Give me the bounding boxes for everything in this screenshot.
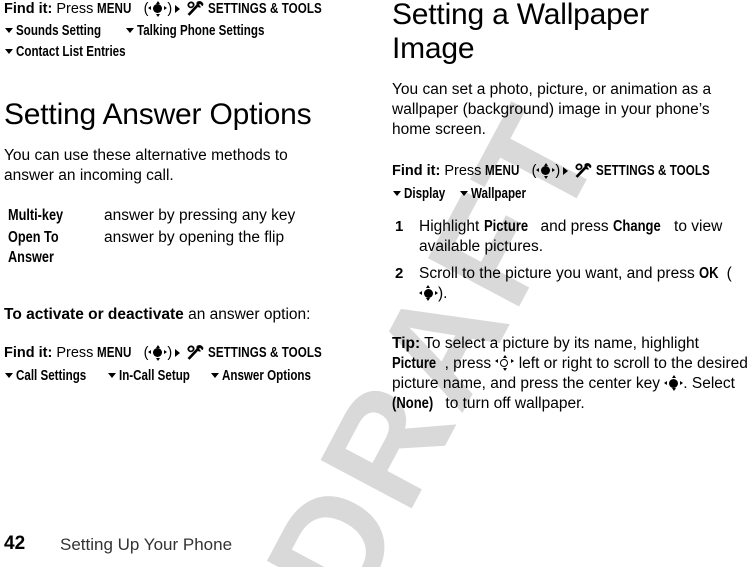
step-text-part3: ). (438, 284, 448, 302)
intro-paragraph-left: You can use these alternative methods to… (4, 147, 288, 184)
findit-menu-key: MENU (485, 163, 520, 179)
wallpaper-steps-list: 1 Highlight Picture and press Change to … (392, 217, 740, 311)
findit-label: Find it: (4, 345, 53, 361)
findit-label: Find it: (392, 163, 441, 179)
path-item-display: Display (404, 185, 446, 202)
heading-setting-a-wallpaper-image: Setting a Wallpaper Image (392, 0, 649, 65)
findit-destination: SETTINGS & TOOLS (596, 163, 711, 179)
triangle-bullet-icon (126, 27, 135, 33)
triangle-bullet-icon (107, 372, 116, 378)
step-bold-change: Change (612, 218, 661, 235)
path-item-answer-options: Answer Options (222, 367, 312, 384)
tip-part2: , press (444, 354, 496, 372)
table-row: Open To Answer answer by opening the fli… (8, 228, 356, 270)
findit-line-top: Find it: Press MENU() SETTINGS & TOOLS (4, 0, 352, 20)
findit-press: Press (56, 1, 94, 17)
option-name-multi-key: Multi-key (8, 207, 64, 224)
findit-destination: SETTINGS & TOOLS (208, 1, 323, 17)
step-bold-ok: OK (699, 264, 719, 282)
findit-line-bottom: Find it: Press MENU() SETTINGS & TOOLS (4, 344, 352, 364)
findit-line-right: Find it: Press MENU() SETTINGS & TOOLS (392, 162, 748, 182)
nav-key-icon (664, 375, 684, 392)
step-number: 2 (395, 264, 404, 282)
triangle-bullet-icon (5, 27, 13, 33)
page-footer: 42 Setting Up Your Phone (4, 533, 748, 557)
nav-key-icon (148, 0, 168, 17)
tip-bold-none: (None) (392, 394, 434, 412)
findit-menu-key: MENU (97, 1, 132, 17)
manual-page: Find it: Press MENU() SETTINGS & TOOLS S… (0, 0, 752, 567)
list-item: 1 Highlight Picture and press Change to … (392, 217, 740, 257)
path-item-talking-phone-settings: Talking Phone Settings (137, 22, 265, 39)
right-arrow-icon (563, 167, 569, 175)
findit-path-line-3: Call Settings In-Call Setup Answer Options (4, 367, 352, 387)
findit-block-bottom: Find it: Press MENU() SETTINGS & TOOLS C… (4, 344, 352, 386)
option-name-cell: Open To Answer (8, 228, 104, 270)
activate-deactivate-bold: To activate or deactivate (4, 306, 184, 323)
tools-icon (187, 345, 204, 360)
findit-block-top: Find it: Press MENU() SETTINGS & TOOLS S… (4, 0, 352, 63)
path-item-contact-list-entries: Contact List Entries (16, 44, 126, 61)
intro-paragraph-right: You can set a photo, picture, or animati… (392, 81, 712, 138)
tip-part1: To select a picture by its name, highlig… (420, 335, 699, 352)
step-text-part1: Highlight (419, 218, 484, 235)
triangle-bullet-icon (459, 190, 468, 196)
tip-paragraph: Tip: To select a picture by its name, hi… (392, 334, 748, 414)
findit-path-line-2: Contact List Entries (4, 43, 352, 63)
tip-label: Tip: (392, 335, 421, 352)
findit-destination: SETTINGS & TOOLS (208, 345, 323, 361)
path-item-sounds-setting: Sounds Setting (16, 22, 102, 39)
findit-label: Find it: (4, 1, 53, 17)
nav-key-icon (419, 285, 438, 302)
list-item: 2 Scroll to the picture you want, and pr… (392, 264, 740, 304)
tools-icon (187, 1, 204, 16)
activate-deactivate-line: To activate or deactivate an answer opti… (4, 305, 352, 325)
nav-key-icon (536, 162, 556, 179)
activate-deactivate-rest: an answer option: (188, 306, 311, 323)
triangle-bullet-icon (393, 190, 401, 196)
option-name-open-to-answer: Open To Answer (8, 228, 59, 266)
findit-menu-key: MENU (97, 345, 132, 361)
answer-options-table: Multi-key answer by pressing any key Ope… (8, 206, 356, 269)
tip-bold-picture: Picture (392, 354, 437, 372)
path-item-call-settings: Call Settings (16, 367, 87, 384)
tools-icon (575, 163, 592, 178)
right-arrow-icon (175, 349, 181, 357)
right-arrow-icon (175, 5, 181, 13)
triangle-bullet-icon (5, 372, 13, 378)
path-item-in-call-setup: In-Call Setup (118, 367, 190, 384)
triangle-bullet-icon (5, 49, 13, 55)
tip-part4: . Select (683, 374, 735, 392)
option-description-cell: answer by pressing any key (104, 207, 296, 224)
page-number: 42 (4, 533, 26, 554)
option-description-cell: answer by opening the flip (104, 228, 285, 246)
step-number: 1 (395, 218, 404, 235)
step-bold-picture: Picture (483, 218, 528, 235)
findit-path-line-right: Display Wallpaper (392, 185, 748, 205)
step-text-part1: Scroll to the picture you want, and pres… (419, 264, 700, 282)
step-text-part2: ( (722, 264, 732, 282)
step-text-part2: and press (536, 218, 613, 235)
nav-key-icon (148, 344, 168, 361)
findit-block-right: Find it: Press MENU() SETTINGS & TOOLS D… (392, 162, 748, 204)
triangle-bullet-icon (211, 372, 220, 378)
findit-press: Press (444, 163, 482, 179)
footer-chapter-title: Setting Up Your Phone (60, 535, 233, 554)
nav-key-hollow-icon (495, 355, 515, 372)
tip-part5: to turn off wallpaper. (441, 394, 585, 412)
option-name-cell: Multi-key (8, 206, 104, 228)
heading-setting-answer-options: Setting Answer Options (4, 98, 312, 131)
path-item-wallpaper: Wallpaper (470, 185, 526, 202)
table-row: Multi-key answer by pressing any key (8, 206, 356, 228)
findit-path-line-1: Sounds Setting Talking Phone Settings (4, 22, 352, 42)
findit-press: Press (56, 345, 94, 361)
